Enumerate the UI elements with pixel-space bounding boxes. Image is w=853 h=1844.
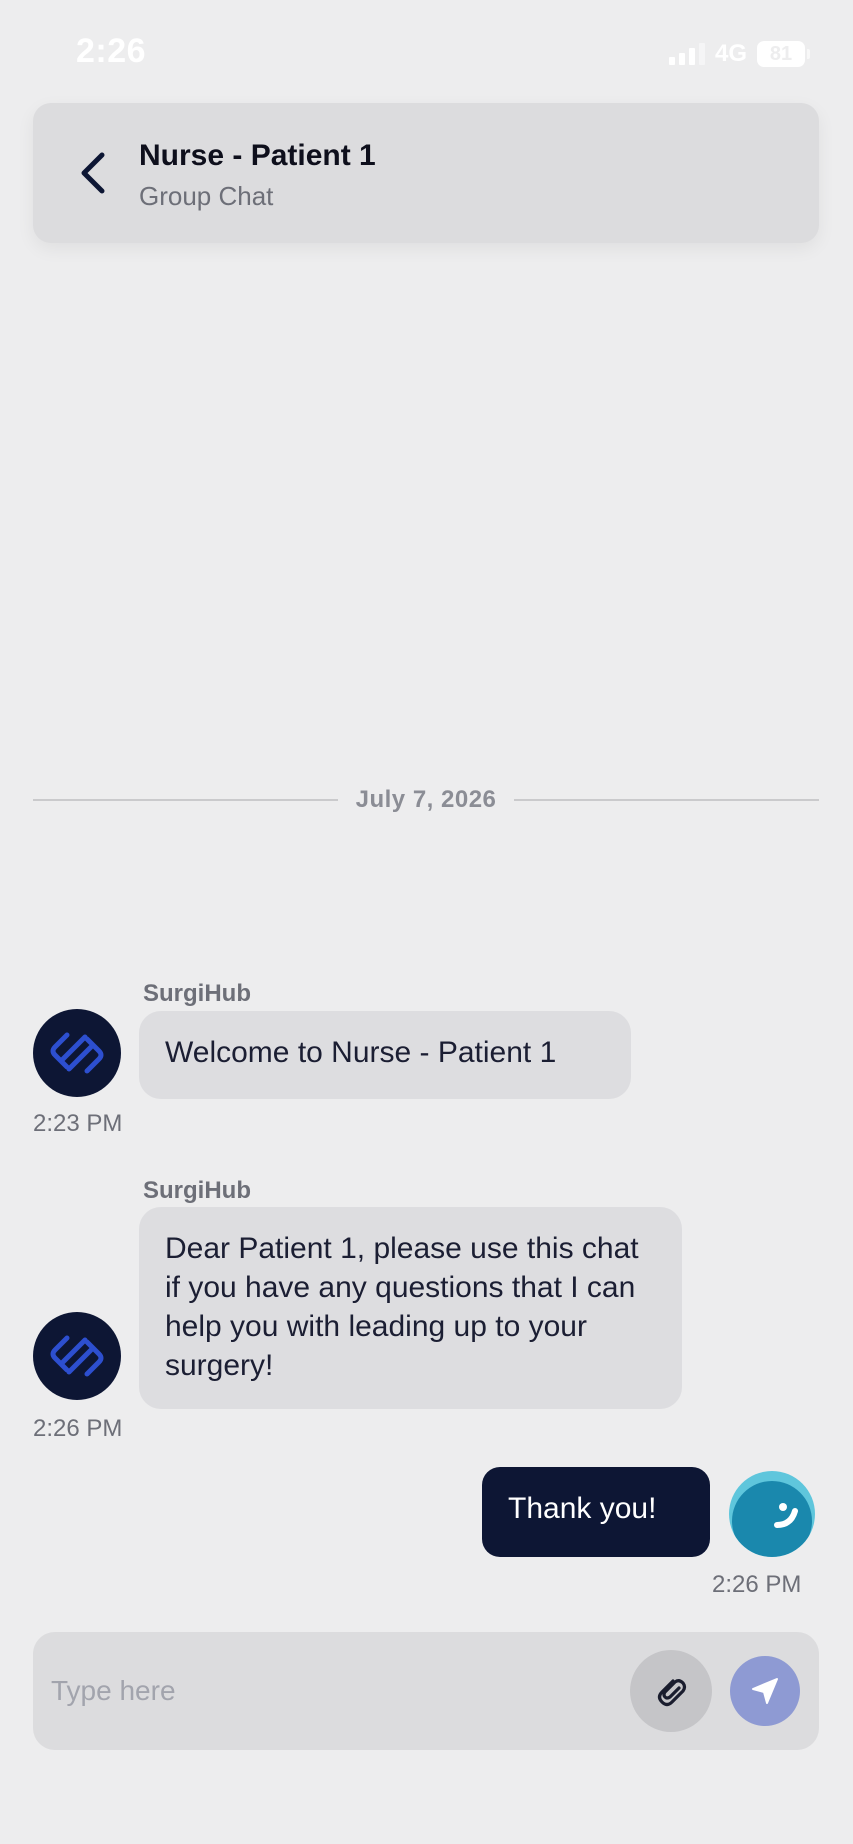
- surgihub-logo-icon: [50, 1335, 104, 1377]
- status-bar: 2:26 4G 81: [0, 0, 853, 100]
- message-bubble[interactable]: Welcome to Nurse - Patient 1: [139, 1011, 631, 1099]
- chat-title: Nurse - Patient 1: [139, 139, 376, 172]
- message-text: Dear Patient 1, please use this chat if …: [165, 1232, 639, 1382]
- back-button[interactable]: [63, 143, 123, 203]
- chevron-left-icon: [81, 152, 105, 194]
- attach-button[interactable]: [630, 1650, 712, 1732]
- chat-subtitle: Group Chat: [139, 181, 274, 211]
- battery-level: 81: [769, 42, 793, 65]
- status-indicators: 4G 81: [668, 40, 810, 68]
- send-icon: [752, 1678, 778, 1704]
- signal-icon: [668, 43, 705, 65]
- message-composer: [33, 1632, 819, 1750]
- message-input[interactable]: [51, 1661, 631, 1721]
- message-bubble-outgoing[interactable]: Thank you!: [482, 1467, 710, 1557]
- date-divider: July 7, 2026: [33, 780, 820, 820]
- network-type: 4G: [714, 40, 747, 67]
- user-avatar: [729, 1471, 815, 1557]
- paperclip-icon: [657, 1679, 687, 1707]
- message-sender: SurgiHub: [143, 1177, 251, 1204]
- message-text: Welcome to Nurse - Patient 1: [165, 1036, 557, 1069]
- message-timestamp: 2:26 PM: [712, 1571, 802, 1598]
- message-text: Thank you!: [508, 1492, 657, 1525]
- battery-icon: 81: [757, 41, 810, 67]
- date-label: July 7, 2026: [355, 786, 497, 813]
- surgihub-logo-icon: [50, 1032, 104, 1074]
- message-timestamp: 2:23 PM: [33, 1110, 123, 1137]
- message-sender: SurgiHub: [143, 980, 251, 1007]
- chat-header: Nurse - Patient 1 Group Chat: [33, 103, 819, 243]
- smiley-face-icon: [732, 1481, 812, 1557]
- message-bubble[interactable]: Dear Patient 1, please use this chat if …: [139, 1207, 682, 1409]
- status-time: 2:26: [76, 32, 147, 70]
- surgihub-avatar: [33, 1312, 121, 1400]
- divider-line-left: [33, 799, 338, 801]
- send-button[interactable]: [730, 1656, 800, 1726]
- message-timestamp: 2:26 PM: [33, 1415, 123, 1442]
- surgihub-avatar: [33, 1009, 121, 1097]
- divider-line-right: [514, 799, 820, 801]
